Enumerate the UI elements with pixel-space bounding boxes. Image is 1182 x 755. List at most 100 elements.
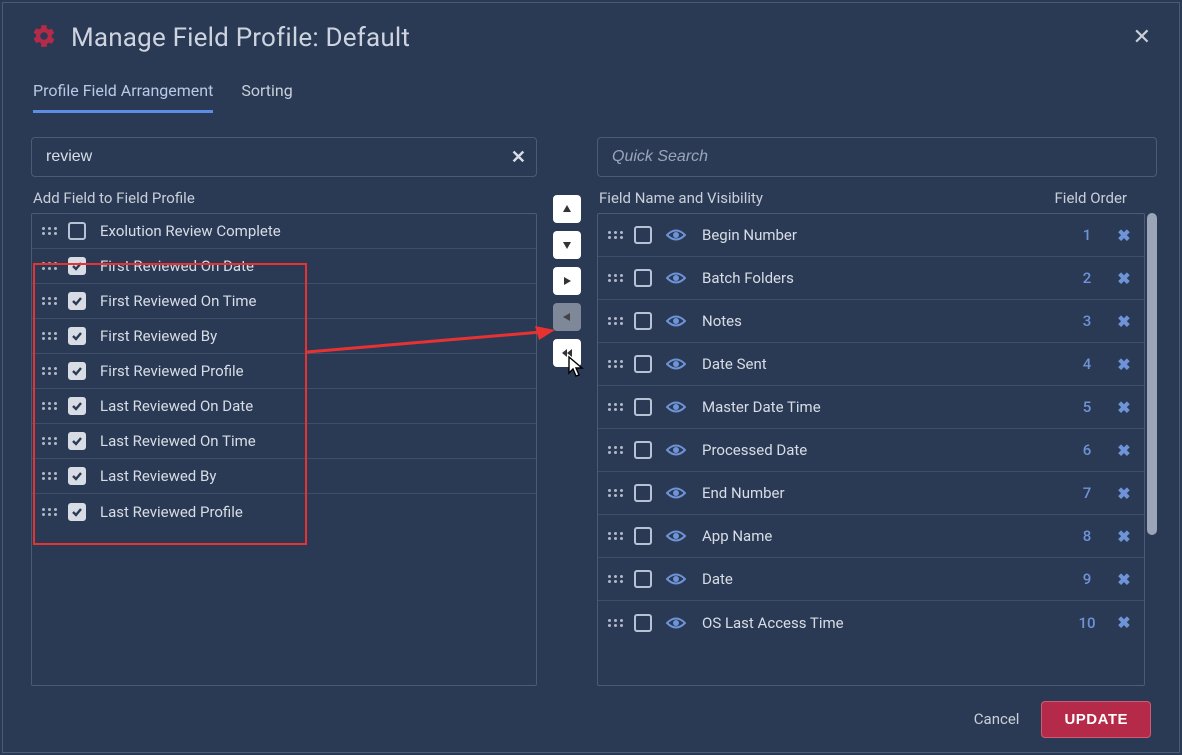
move-down-button[interactable] (553, 231, 581, 259)
visibility-icon[interactable] (666, 357, 686, 371)
checkbox[interactable] (68, 432, 86, 450)
checkbox[interactable] (68, 467, 86, 485)
drag-handle-icon[interactable] (608, 532, 624, 540)
list-item[interactable]: Begin Number1✖ (598, 214, 1144, 257)
list-item[interactable]: Last Reviewed On Time (32, 424, 536, 459)
drag-handle-icon[interactable] (42, 262, 58, 270)
checkbox[interactable] (634, 484, 652, 502)
list-item[interactable]: Notes3✖ (598, 300, 1144, 343)
visibility-icon[interactable] (666, 314, 686, 328)
scrollbar[interactable] (1147, 213, 1157, 686)
right-search-input[interactable] (612, 148, 1146, 166)
remove-icon[interactable]: ✖ (1112, 398, 1136, 417)
list-item[interactable]: Date Sent4✖ (598, 343, 1144, 386)
remove-icon[interactable]: ✖ (1112, 312, 1136, 331)
drag-handle-icon[interactable] (608, 575, 624, 583)
visibility-icon[interactable] (666, 228, 686, 242)
left-search: ✕ (31, 137, 537, 177)
list-item[interactable]: Date9✖ (598, 558, 1144, 601)
checkbox[interactable] (634, 614, 652, 632)
list-item[interactable]: OS Last Access Time10✖ (598, 601, 1144, 644)
drag-handle-icon[interactable] (42, 332, 58, 340)
list-item[interactable]: Last Reviewed Profile (32, 494, 536, 529)
list-item-label: Date (702, 570, 1062, 588)
field-order: 9 (1062, 570, 1112, 588)
checkbox[interactable] (634, 355, 652, 373)
checkbox[interactable] (634, 398, 652, 416)
drag-handle-icon[interactable] (42, 472, 58, 480)
drag-handle-icon[interactable] (42, 402, 58, 410)
list-item[interactable]: End Number7✖ (598, 472, 1144, 515)
close-icon[interactable]: ✕ (1133, 27, 1151, 49)
tab-sorting[interactable]: Sorting (241, 81, 292, 113)
drag-handle-icon[interactable] (608, 619, 624, 627)
clear-search-icon[interactable]: ✕ (511, 147, 526, 168)
checkbox[interactable] (68, 503, 86, 521)
checkbox[interactable] (68, 362, 86, 380)
move-left-all-button[interactable] (553, 339, 581, 367)
drag-handle-icon[interactable] (608, 274, 624, 282)
remove-icon[interactable]: ✖ (1112, 226, 1136, 245)
visibility-icon[interactable] (666, 271, 686, 285)
list-item[interactable]: Batch Folders2✖ (598, 257, 1144, 300)
remove-icon[interactable]: ✖ (1112, 441, 1136, 460)
list-item[interactable]: First Reviewed On Time (32, 284, 536, 319)
drag-handle-icon[interactable] (42, 508, 58, 516)
remove-icon[interactable]: ✖ (1112, 570, 1136, 589)
drag-handle-icon[interactable] (42, 297, 58, 305)
checkbox[interactable] (68, 327, 86, 345)
list-item[interactable]: First Reviewed On Date (32, 249, 536, 284)
list-item[interactable]: Last Reviewed On Date (32, 389, 536, 424)
move-right-button[interactable] (553, 267, 581, 295)
drag-handle-icon[interactable] (608, 317, 624, 325)
remove-icon[interactable]: ✖ (1112, 527, 1136, 546)
drag-handle-icon[interactable] (608, 360, 624, 368)
tab-profile-field-arrangement[interactable]: Profile Field Arrangement (33, 81, 213, 113)
checkbox[interactable] (68, 397, 86, 415)
checkbox[interactable] (634, 441, 652, 459)
list-item-label: Notes (702, 312, 1062, 330)
drag-handle-icon[interactable] (42, 437, 58, 445)
drag-handle-icon[interactable] (42, 367, 58, 375)
remove-icon[interactable]: ✖ (1112, 269, 1136, 288)
visibility-icon[interactable] (666, 486, 686, 500)
checkbox[interactable] (68, 292, 86, 310)
drag-handle-icon[interactable] (42, 227, 58, 235)
checkbox[interactable] (68, 222, 86, 240)
checkbox[interactable] (634, 527, 652, 545)
checkbox[interactable] (634, 269, 652, 287)
visibility-icon[interactable] (666, 616, 686, 630)
visibility-icon[interactable] (666, 572, 686, 586)
list-item-label: Date Sent (702, 355, 1062, 373)
remove-icon[interactable]: ✖ (1112, 355, 1136, 374)
visibility-icon[interactable] (666, 529, 686, 543)
list-item[interactable]: Processed Date6✖ (598, 429, 1144, 472)
list-item[interactable]: Exolution Review Complete (32, 214, 536, 249)
visibility-icon[interactable] (666, 400, 686, 414)
list-item[interactable]: First Reviewed Profile (32, 354, 536, 389)
left-search-input[interactable] (46, 148, 511, 166)
move-up-button[interactable] (553, 195, 581, 223)
drag-handle-icon[interactable] (608, 489, 624, 497)
checkbox[interactable] (68, 257, 86, 275)
scrollbar-thumb[interactable] (1147, 213, 1157, 535)
list-item-label: First Reviewed On Time (100, 292, 528, 310)
remove-icon[interactable]: ✖ (1112, 613, 1136, 632)
cancel-button[interactable]: Cancel (974, 710, 1020, 728)
list-item[interactable]: Last Reviewed By (32, 459, 536, 494)
list-item[interactable]: First Reviewed By (32, 319, 536, 354)
drag-handle-icon[interactable] (608, 231, 624, 239)
list-item[interactable]: App Name8✖ (598, 515, 1144, 558)
update-button[interactable]: UPDATE (1041, 701, 1151, 738)
list-item[interactable]: Master Date Time5✖ (598, 386, 1144, 429)
drag-handle-icon[interactable] (608, 403, 624, 411)
visibility-icon[interactable] (666, 443, 686, 457)
remove-icon[interactable]: ✖ (1112, 484, 1136, 503)
move-left-button[interactable] (553, 303, 581, 331)
drag-handle-icon[interactable] (608, 446, 624, 454)
field-order: 10 (1062, 614, 1112, 632)
checkbox[interactable] (634, 570, 652, 588)
checkbox[interactable] (634, 312, 652, 330)
list-item-label: First Reviewed By (100, 327, 528, 345)
checkbox[interactable] (634, 226, 652, 244)
